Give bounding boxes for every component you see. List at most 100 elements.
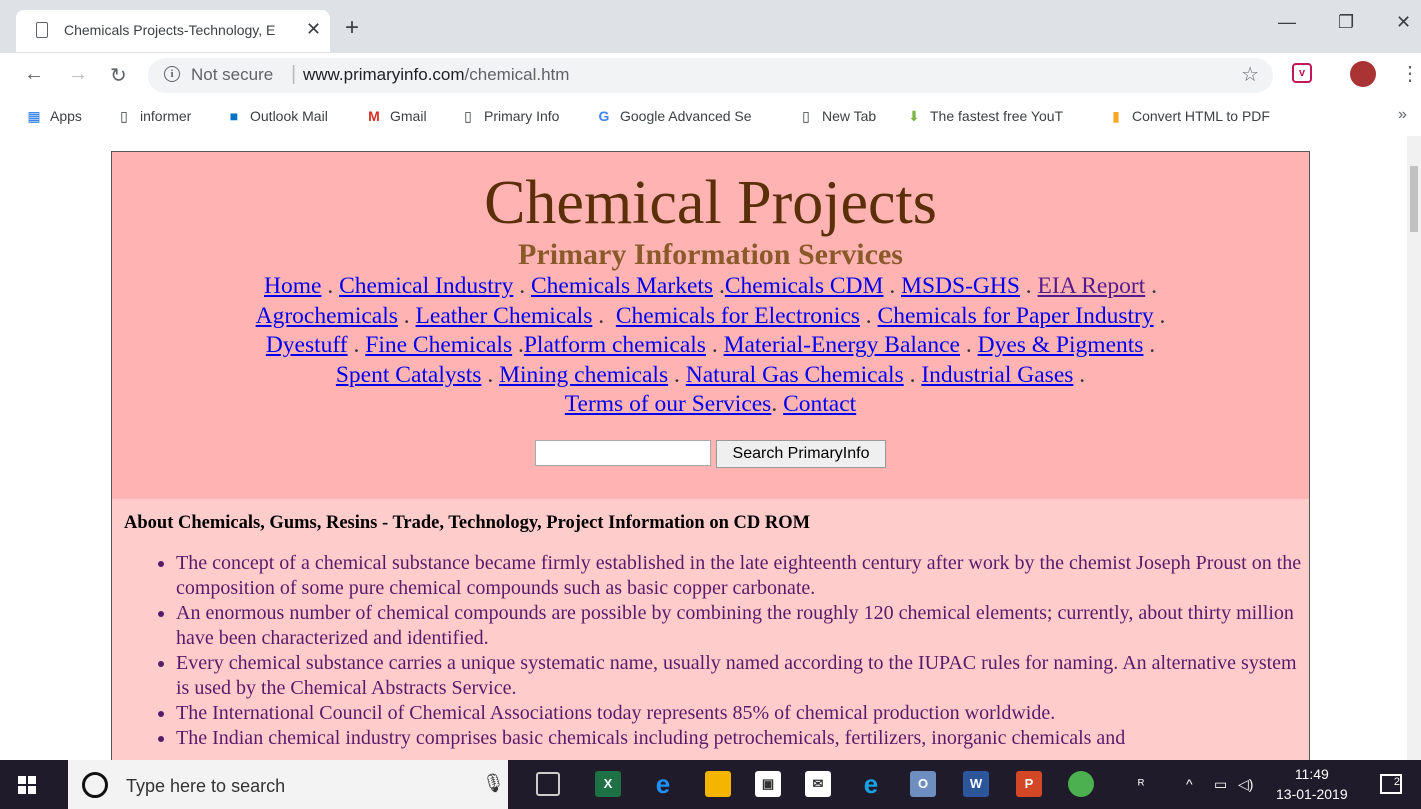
edge-icon[interactable]: e <box>650 771 676 797</box>
search-input[interactable] <box>535 440 711 466</box>
profile-avatar[interactable] <box>1350 61 1376 87</box>
section-heading: About Chemicals, Gums, Resins - Trade, T… <box>124 513 811 533</box>
nav-link[interactable]: Home <box>264 273 321 299</box>
apps-icon: ▦ <box>27 108 41 124</box>
restore-icon[interactable]: ❐ <box>1338 12 1354 33</box>
tab-close-icon[interactable]: ✕ <box>306 19 321 40</box>
nav-link[interactable]: Contact <box>783 391 856 417</box>
word-icon[interactable]: W <box>963 771 989 797</box>
download-icon: ⬇ <box>908 108 920 124</box>
info-icon[interactable]: i <box>164 66 180 82</box>
chrome-icon[interactable] <box>1068 771 1094 797</box>
site-nav: Home . Chemical Industry . Chemicals Mar… <box>255 273 1166 417</box>
nav-link[interactable]: Natural Gas Chemicals <box>686 362 904 388</box>
list-item: An enormous number of chemical compounds… <box>176 601 1306 651</box>
file-explorer-icon[interactable] <box>705 771 731 797</box>
outlook-icon: ■ <box>229 108 239 124</box>
content-section: About Chemicals, Gums, Resins - Trade, T… <box>111 499 1310 760</box>
cortana-icon[interactable] <box>82 772 108 798</box>
store-icon[interactable]: ▣ <box>755 771 781 797</box>
page-icon: ▯ <box>120 108 128 124</box>
nav-link[interactable]: Dyestuff <box>266 332 348 358</box>
bullet-list: The concept of a chemical substance beca… <box>124 551 1306 751</box>
nav-link[interactable]: Agrochemicals <box>256 303 398 329</box>
mail-icon[interactable]: ✉ <box>805 771 831 797</box>
search-button[interactable]: Search PrimaryInfo <box>716 440 886 468</box>
forward-icon[interactable]: → <box>68 63 88 86</box>
nav-link[interactable]: Spent Catalysts <box>336 362 482 388</box>
list-item: The Indian chemical industry comprises b… <box>176 726 1306 751</box>
tab-title: Chemicals Projects-Technology, E <box>64 22 276 38</box>
browser-toolbar: ← → ↻ i Not secure | www.primaryinfo.com… <box>0 53 1421 98</box>
bookmark-new-tab[interactable]: ▯ New Tab <box>798 108 876 125</box>
powerpoint-icon[interactable]: P <box>1016 771 1042 797</box>
volume-icon[interactable]: ◁) <box>1238 776 1253 793</box>
windows-taskbar: Type here to search 🎙 X e ▣ ✉ e O W P ᴿ … <box>0 760 1421 809</box>
window-close-icon[interactable]: ✕ <box>1396 12 1411 33</box>
bookmark-apps[interactable]: ▦ Apps <box>26 108 82 125</box>
bookmark-outlook[interactable]: ■ Outlook Mail <box>226 108 328 124</box>
nav-link[interactable]: Dyes & Pigments <box>978 332 1144 358</box>
windows-start-icon[interactable] <box>18 776 36 794</box>
extension-icon[interactable]: v <box>1292 63 1312 83</box>
page-icon: ▯ <box>802 108 810 124</box>
tray-chevron-icon[interactable]: ^ <box>1186 776 1193 792</box>
system-clock[interactable]: 11:49 13-01-2019 <box>1276 764 1348 804</box>
site-header: Chemical Projects Primary Information Se… <box>111 151 1310 501</box>
divider: | <box>291 63 297 85</box>
taskbar-search-placeholder: Type here to search <box>126 776 286 796</box>
bookmark-informer[interactable]: ▯ informer <box>116 108 191 125</box>
bookmark-star-icon[interactable]: ☆ <box>1241 62 1259 87</box>
nav-link[interactable]: Platform chemicals <box>524 332 706 358</box>
nav-link[interactable]: Terms of our Services <box>565 391 772 417</box>
battery-icon[interactable]: ▭ <box>1214 776 1227 793</box>
nav-link[interactable]: EIA Report <box>1038 273 1146 299</box>
excel-icon[interactable]: X <box>595 771 621 797</box>
minimize-icon[interactable]: — <box>1278 12 1296 33</box>
microphone-icon[interactable]: 🎙 <box>482 773 505 794</box>
page-viewport: Chemical Projects Primary Information Se… <box>0 136 1421 760</box>
nav-link[interactable]: Mining chemicals <box>499 362 668 388</box>
address-bar[interactable]: i Not secure | www.primaryinfo.com/chemi… <box>148 58 1273 93</box>
security-label: Not secure <box>191 65 274 84</box>
bookmarks-more-icon[interactable]: » <box>1398 106 1407 124</box>
nav-link[interactable]: Industrial Gases <box>921 362 1073 388</box>
url-text[interactable]: www.primaryinfo.com/chemical.htm <box>303 65 569 85</box>
page-subtitle: Primary Information Services <box>518 238 903 271</box>
list-item: The International Council of Chemical As… <box>176 701 1306 726</box>
nav-link[interactable]: Fine Chemicals <box>365 332 512 358</box>
internet-explorer-icon[interactable]: e <box>858 771 884 797</box>
task-view-icon[interactable] <box>536 772 560 796</box>
google-icon: G <box>598 108 610 124</box>
nav-link[interactable]: Chemicals CDM <box>725 273 884 299</box>
taskbar-search[interactable]: Type here to search 🎙 <box>68 760 508 809</box>
nav-link[interactable]: Leather Chemicals <box>416 303 593 329</box>
page-title: Chemical Projects <box>484 169 937 237</box>
new-tab-icon[interactable]: + <box>345 14 359 42</box>
nav-link[interactable]: MSDS-GHS <box>901 273 1020 299</box>
page-icon <box>36 22 48 38</box>
nav-link[interactable]: Chemicals for Electronics <box>616 303 860 329</box>
people-icon[interactable]: ᴿ <box>1138 776 1144 792</box>
nav-link[interactable]: Chemicals for Paper Industry <box>878 303 1154 329</box>
bookmark-primary-info[interactable]: ▯ Primary Info <box>460 108 559 125</box>
list-item: The concept of a chemical substance beca… <box>176 551 1306 601</box>
chart-icon: ▮ <box>1112 108 1120 124</box>
nav-link[interactable]: Chemical Industry <box>339 273 513 299</box>
scrollbar-thumb[interactable] <box>1410 166 1418 232</box>
scrollbar[interactable] <box>1407 136 1421 760</box>
notification-icon[interactable]: 2 <box>1380 774 1402 794</box>
page-icon: ▯ <box>464 108 472 124</box>
nav-link[interactable]: Material-Energy Balance <box>724 332 960 358</box>
bookmark-convert-html[interactable]: ▮ Convert HTML to PDF <box>1108 108 1270 125</box>
list-item: Every chemical substance carries a uniqu… <box>176 651 1306 701</box>
browser-tab[interactable]: Chemicals Projects-Technology, E ✕ <box>16 10 330 52</box>
back-icon[interactable]: ← <box>24 63 44 86</box>
bookmark-youtube-downloader[interactable]: ⬇ The fastest free YouT <box>906 108 1063 125</box>
nav-link[interactable]: Chemicals Markets <box>531 273 713 299</box>
outlook-taskbar-icon[interactable]: O <box>910 771 936 797</box>
bookmark-gmail[interactable]: M Gmail <box>366 108 426 124</box>
reload-icon[interactable]: ↻ <box>110 63 127 88</box>
menu-icon[interactable]: ⋮ <box>1400 61 1420 86</box>
bookmark-google-advanced[interactable]: G Google Advanced Se <box>596 108 752 124</box>
